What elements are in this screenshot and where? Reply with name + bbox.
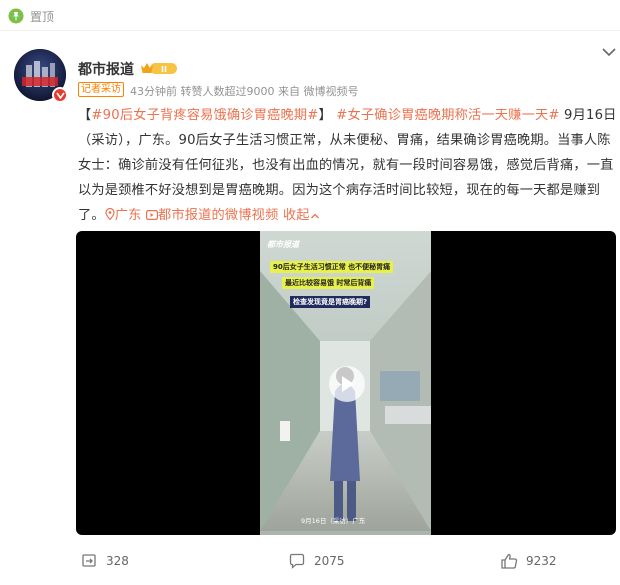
chevron-down-icon[interactable]: [600, 45, 618, 59]
video-caption-1: 90后女子生活习惯正常 也不便秘胃痛: [270, 261, 394, 273]
action-bar: 328 2075 9232: [0, 552, 620, 576]
video-icon: [145, 210, 158, 220]
crown-level-icon: II: [141, 63, 177, 74]
video-link-label[interactable]: 都市报道的微博视频: [158, 208, 279, 223]
author-avatar[interactable]: [14, 49, 70, 105]
play-button[interactable]: [329, 366, 365, 402]
collapse-label[interactable]: 收起: [283, 208, 310, 223]
post-content: 9月16日（采访），广东。90后女子生活习惯正常，从未便秘、胃痛，结果确诊胃癌晚…: [78, 108, 617, 223]
play-icon: [342, 376, 354, 392]
video-caption-3: 检查发现竟是胃癌晚期?: [290, 296, 371, 308]
reporter-tag: 记者采访: [78, 82, 124, 97]
author-name[interactable]: 都市报道: [78, 59, 134, 79]
comment-button[interactable]: 2075: [288, 552, 345, 570]
thumbs-up-icon: [501, 553, 518, 569]
divider: [0, 30, 620, 31]
video-caption-2: 最近比较容易饿 时常后背痛: [282, 277, 375, 289]
comment-count: 2075: [314, 554, 345, 568]
chevron-up-icon: [310, 213, 319, 219]
topic-link-2[interactable]: #女子确诊胃癌晚期称活一天赚一天#: [336, 108, 559, 123]
location-icon: [105, 208, 115, 220]
like-count: 9232: [526, 554, 557, 568]
like-button[interactable]: 9232: [500, 552, 557, 570]
reposts-note: 转赞人数超过9000: [180, 85, 275, 98]
repost-count: 328: [106, 554, 129, 568]
video-player[interactable]: 都市报道 90后女子生活习惯正常 也不便秘胃痛 最近比较容易饿 时常后背痛 检查…: [76, 231, 616, 535]
topic-link-1[interactable]: #90后女子背疼容易饿确诊胃癌晚期#: [91, 108, 318, 123]
post-meta: 43分钟前 转赞人数超过9000 来自 微博视频号: [130, 83, 359, 99]
video-watermark: 都市报道: [267, 240, 299, 249]
repost-icon: [82, 554, 96, 567]
location-link[interactable]: 广东: [105, 208, 142, 223]
post-time[interactable]: 43分钟前: [130, 85, 177, 98]
repost-button[interactable]: 328: [80, 552, 129, 570]
video-link[interactable]: 都市报道的微博视频: [145, 208, 279, 223]
comment-icon: [289, 553, 305, 569]
svg-text:II: II: [161, 65, 167, 74]
collapse-link[interactable]: 收起: [283, 208, 320, 223]
pinned-label: 置顶: [30, 9, 55, 24]
verified-icon: [52, 87, 68, 103]
post-source[interactable]: 来自 微博视频号: [278, 85, 359, 98]
location-label[interactable]: 广东: [115, 208, 142, 223]
pinned-header: 置顶: [8, 6, 54, 26]
post-body: 【#90后女子背疼容易饿确诊胃癌晚期#】 #女子确诊胃癌晚期称活一天赚一天# 9…: [78, 108, 617, 223]
pin-icon: [8, 8, 24, 24]
video-footer: 9月16日（采访）广东: [301, 517, 366, 525]
